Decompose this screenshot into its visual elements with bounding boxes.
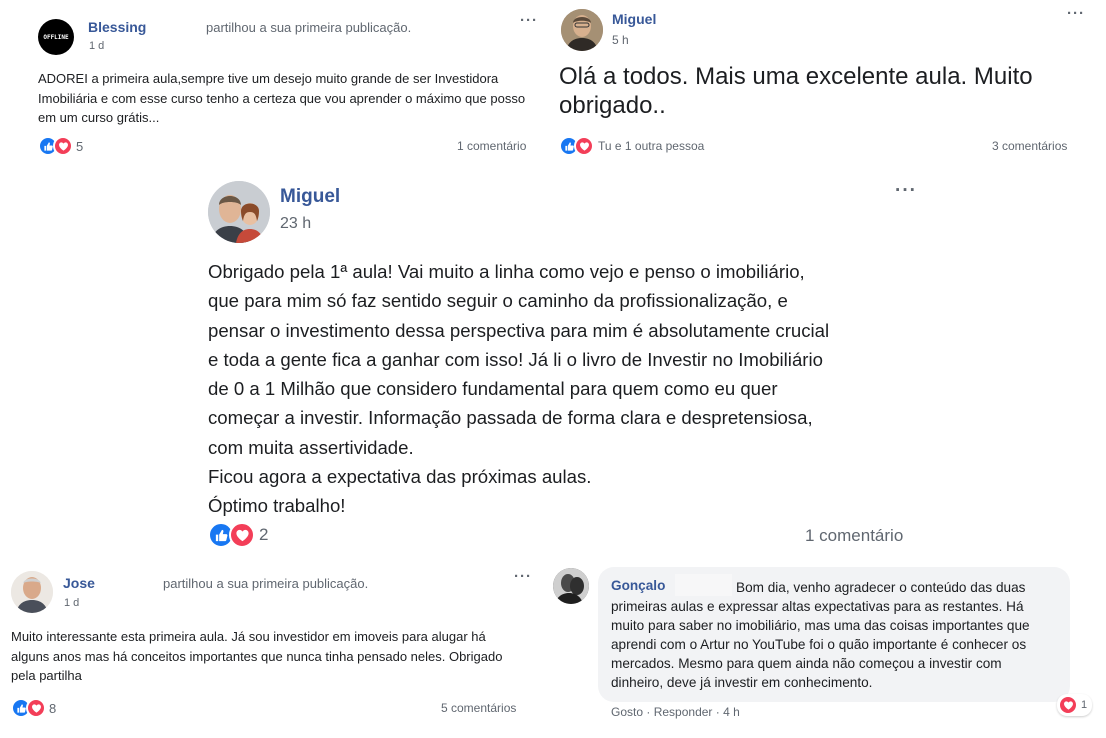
reactions-text: Tu e 1 outra pessoa [598,139,705,153]
author-name[interactable]: Blessing [88,19,146,35]
love-reaction-icon [26,698,46,718]
author-name[interactable]: Miguel [612,11,656,27]
avatar-text: OFFLINE [43,33,69,41]
post-text-line: Obrigado pela 1ª aula! Vai muito a linha… [208,261,805,282]
comment-goncalo: Bom dia, venho agradecer o conteúdo das … [550,560,1106,738]
author-name[interactable]: Miguel [280,186,340,208]
reactions-count: 8 [49,700,57,716]
avatar[interactable] [561,9,603,51]
reactions-summary[interactable]: Tu e 1 outra pessoa [559,136,704,156]
redacted-surname [675,574,732,596]
more-options-button[interactable]: ··· [514,568,532,585]
post-text-line: Ficou agora a expectativa das próximas a… [208,466,592,488]
avatar[interactable] [553,568,589,604]
reactions-count: 2 [259,525,269,544]
post-text-line: com muita assertividade. [208,436,414,458]
reactions-count: 5 [76,138,84,154]
author-name[interactable]: Jose [63,575,95,591]
post-text: Obrigado pela 1ª aula! Vai muito a linha… [208,257,933,521]
post-time[interactable]: 5 h [612,33,629,47]
love-reaction-icon [1058,695,1078,715]
love-reaction-icon [229,522,255,548]
comment-time[interactable]: 4 h [723,705,740,719]
reactions-summary[interactable]: 2 [208,522,268,548]
comment-actions: Gosto · Responder · 4 h [611,705,740,719]
post-miguel-main: Miguel 23 h ··· Obrigado pela 1ª aula! V… [195,170,935,555]
post-text-line: que para mim só faz sentido seguir o cam… [208,290,788,312]
reactions-summary[interactable]: 5 [38,136,83,156]
post-time[interactable]: 1 d [64,597,79,609]
post-action: partilhou a sua primeira publicação. [206,20,412,35]
post-text-line: pensar o investimento dessa perspectiva … [208,319,830,341]
post-text-line: e toda a gente fica a ganhar com isso! J… [208,348,823,370]
comments-count[interactable]: 5 comentários [441,701,516,715]
like-comment-button[interactable]: Gosto [611,705,643,719]
post-blessing: OFFLINE Blessing partilhou a sua primeir… [0,0,545,165]
reply-button[interactable]: Responder [654,705,713,719]
post-time[interactable]: 23 h [280,215,311,233]
post-jose: Jose partilhou a sua primeira publicação… [0,560,545,738]
more-options-button[interactable]: ··· [895,180,917,202]
reactions-summary[interactable]: 8 [11,698,56,718]
avatar[interactable]: OFFLINE [38,19,74,55]
post-text: Muito interessante esta primeira aula. J… [11,629,503,683]
post-text: ADOREI a primeira aula,sempre tive um de… [38,71,526,125]
post-time[interactable]: 1 d [89,40,104,52]
avatar[interactable] [11,571,53,613]
post-action: partilhou a sua primeira publicação. [163,576,369,591]
post-text-line: Óptimo trabalho! [208,495,346,517]
comments-count[interactable]: 1 comentário [805,526,903,546]
avatar[interactable] [208,181,270,243]
comments-count[interactable]: 3 comentários [992,139,1067,153]
reactions-count: 1 [1081,699,1088,711]
comments-count[interactable]: 1 comentário [457,139,526,153]
separator: · [715,705,724,719]
post-text-line: começar a investir. Informação passada d… [208,407,813,429]
love-reaction-icon [574,136,594,156]
post-miguel-small: Miguel 5 h ··· Olá a todos. Mais uma exc… [555,0,1106,165]
post-text: Olá a todos. Mais uma excelente aula. Mu… [559,63,1033,119]
comment-author[interactable]: Gonçalo [611,578,665,593]
comment-reactions[interactable]: 1 [1057,694,1093,716]
separator: · [646,705,654,719]
more-options-button[interactable]: ··· [1067,5,1085,22]
post-text-line: de 0 a 1 Milhão que considero fundamenta… [208,378,778,400]
comment-text: Bom dia, venho agradecer o conteúdo das … [611,580,1030,690]
love-reaction-icon [53,136,73,156]
more-options-button[interactable]: ··· [520,12,538,29]
